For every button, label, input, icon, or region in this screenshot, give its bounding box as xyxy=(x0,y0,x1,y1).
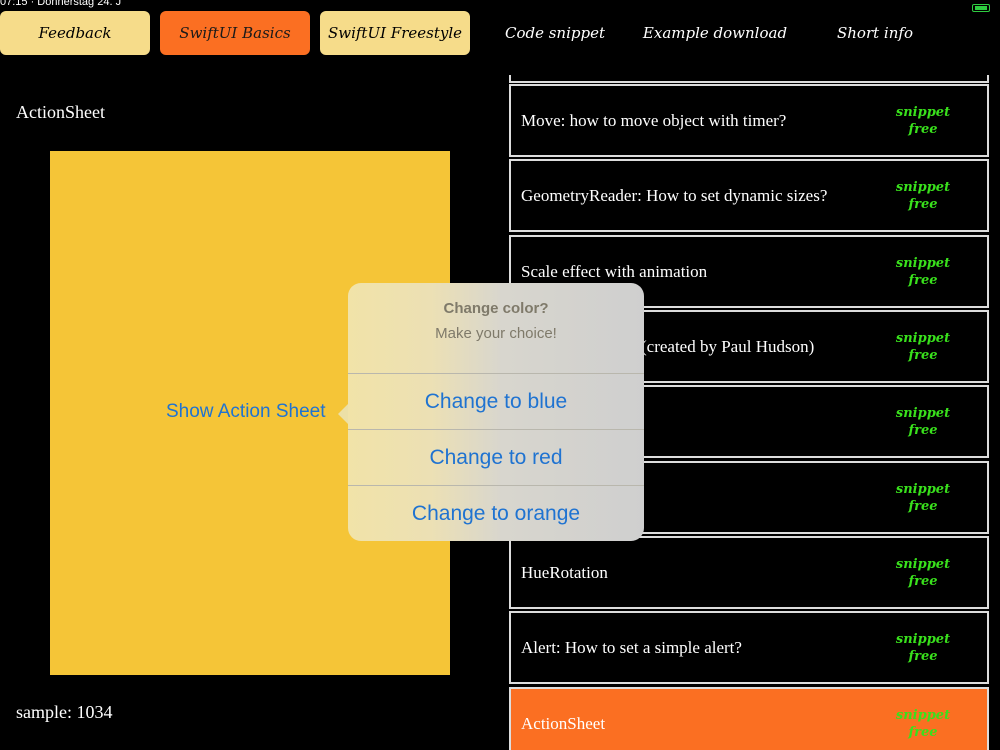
tag-free: free xyxy=(908,347,938,363)
tag-free: free xyxy=(908,272,938,288)
tag-snippet: snippet xyxy=(895,255,951,271)
popover-arrow xyxy=(338,404,348,424)
tag-snippet: snippet xyxy=(895,104,951,120)
list-row-edge xyxy=(509,75,989,83)
tag-snippet: snippet xyxy=(895,631,951,647)
swiftui-basics-button[interactable]: SwiftUI Basics xyxy=(160,11,310,55)
code-snippet-button[interactable]: Code snippet xyxy=(480,11,630,55)
list-item-title: Move: how to move object with timer? xyxy=(521,111,787,130)
show-action-sheet-button[interactable]: Show Action Sheet xyxy=(166,401,326,423)
tag-snippet: snippet xyxy=(895,405,951,421)
snippet-free-tag: snippet free xyxy=(883,237,963,306)
tag-snippet: snippet xyxy=(895,556,951,572)
snippet-free-tag: snippet free xyxy=(883,463,963,532)
list-item-selected[interactable]: ActionSheet snippet free xyxy=(509,687,989,750)
tag-snippet: snippet xyxy=(895,330,951,346)
action-sheet-popover: Change color? Make your choice! Change t… xyxy=(348,283,644,541)
tag-snippet: snippet xyxy=(895,707,951,723)
list-item[interactable]: HueRotation snippet free xyxy=(509,536,989,609)
snippet-free-tag: snippet free xyxy=(883,86,963,155)
short-info-button[interactable]: Short info xyxy=(800,11,950,55)
list-item-title: ActionSheet xyxy=(521,714,606,733)
change-to-red-button[interactable]: Change to red xyxy=(348,430,644,486)
tag-free: free xyxy=(908,422,938,438)
snippet-free-tag: snippet free xyxy=(883,312,963,381)
change-to-orange-button[interactable]: Change to orange xyxy=(348,486,644,541)
tag-snippet: snippet xyxy=(895,481,951,497)
snippet-free-tag: snippet free xyxy=(883,387,963,456)
tag-free: free xyxy=(908,196,938,212)
tag-free: free xyxy=(908,648,938,664)
popover-message: Make your choice! xyxy=(435,325,557,342)
status-bar-time: 07:15 · Donnerstag 24. J xyxy=(0,0,122,8)
sample-counter: sample: 1034 xyxy=(16,702,113,722)
tag-free: free xyxy=(908,498,938,514)
list-item[interactable]: Alert: How to set a simple alert? snippe… xyxy=(509,611,989,684)
snippet-free-tag: snippet free xyxy=(883,161,963,230)
snippet-free-tag: snippet free xyxy=(883,538,963,607)
tag-snippet: snippet xyxy=(895,179,951,195)
page-title: ActionSheet xyxy=(16,102,105,122)
popover-title: Change color? xyxy=(443,300,549,317)
list-item-title: Alert: How to set a simple alert? xyxy=(521,638,742,657)
snippet-free-tag: snippet free xyxy=(883,613,963,682)
change-to-blue-button[interactable]: Change to blue xyxy=(348,374,644,430)
popover-header: Change color? Make your choice! xyxy=(348,283,644,374)
example-download-button[interactable]: Example download xyxy=(640,11,790,55)
list-item-title: HueRotation xyxy=(521,563,608,582)
top-navigation: Feedback SwiftUI Basics SwiftUI Freestyl… xyxy=(0,11,1000,57)
feedback-button[interactable]: Feedback xyxy=(0,11,150,55)
tag-free: free xyxy=(908,573,938,589)
swiftui-freestyle-button[interactable]: SwiftUI Freestyle xyxy=(320,11,470,55)
snippet-free-tag: snippet free xyxy=(883,689,963,750)
list-item-title: GeometryReader: How to set dynamic sizes… xyxy=(521,186,828,205)
tag-free: free xyxy=(908,724,938,740)
list-item[interactable]: GeometryReader: How to set dynamic sizes… xyxy=(509,159,989,232)
tag-free: free xyxy=(908,121,938,137)
list-item[interactable]: Move: how to move object with timer? sni… xyxy=(509,84,989,157)
